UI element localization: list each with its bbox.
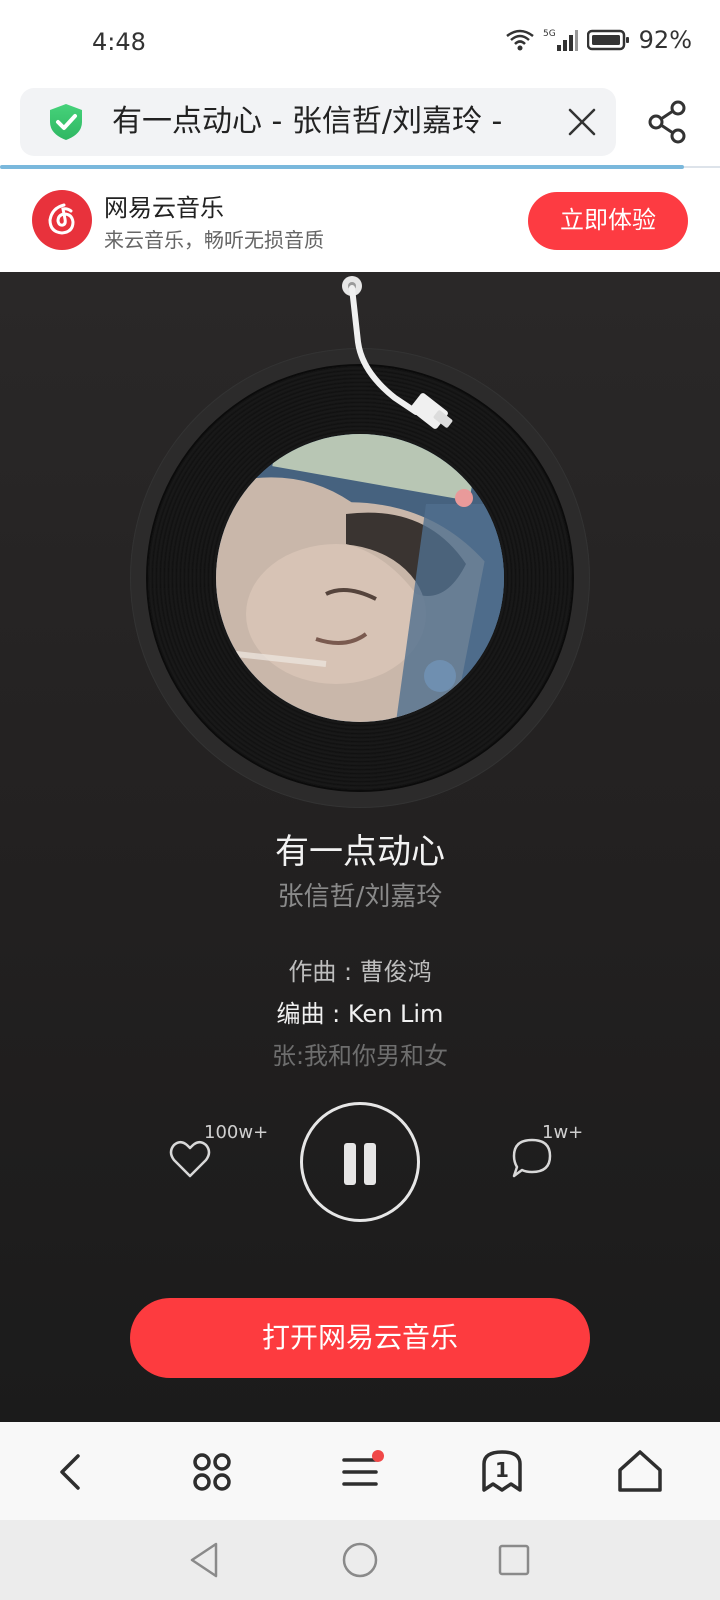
- status-time: 4:48: [92, 28, 146, 56]
- song-title: 有一点动心: [275, 832, 445, 872]
- pause-icon: [344, 1143, 356, 1185]
- tonearm: [342, 276, 453, 429]
- system-home-icon[interactable]: [338, 1538, 382, 1582]
- like-count: 100w+: [204, 1122, 269, 1143]
- system-recents-icon[interactable]: [492, 1538, 536, 1582]
- app-promo-banner: 网易云音乐 来云音乐，畅听无损音质 立即体验: [0, 170, 720, 272]
- pause-icon: [364, 1143, 376, 1185]
- battery-percent: 92%: [638, 26, 692, 54]
- artist-name: 张信哲/刘嘉玲: [277, 882, 443, 912]
- try-now-button[interactable]: 立即体验: [528, 192, 688, 250]
- share-icon[interactable]: [646, 100, 690, 144]
- page-load-progress: [0, 165, 684, 169]
- cellular-signal-icon: 5G: [543, 29, 578, 51]
- shield-check-icon: [50, 104, 82, 140]
- status-icons: 5G 92%: [505, 26, 692, 54]
- system-back-icon[interactable]: [184, 1538, 228, 1582]
- url-title[interactable]: 有一点动心 - 张信哲/刘嘉玲 -: [112, 102, 542, 142]
- status-bar: 4:48 5G 92%: [0, 0, 720, 88]
- pause-button[interactable]: [300, 1102, 420, 1222]
- netease-music-logo-icon: [32, 190, 92, 250]
- browser-toolbar: 1: [0, 1422, 720, 1520]
- open-app-button[interactable]: 打开网易云音乐: [130, 1298, 590, 1378]
- battery-icon: [586, 29, 629, 51]
- tabs-button[interactable]: 1: [474, 1444, 530, 1500]
- lyric-line: 作曲 : 曹俊鸿: [288, 958, 432, 986]
- tab-count: 1: [495, 1458, 509, 1482]
- back-icon[interactable]: [44, 1444, 100, 1500]
- apps-grid-icon[interactable]: [184, 1444, 240, 1500]
- album-cover: [216, 434, 504, 722]
- lyric-line: 张:我和你男和女: [271, 1042, 449, 1070]
- wifi-icon: [505, 29, 534, 51]
- notification-dot: [372, 1450, 384, 1462]
- address-bar[interactable]: 有一点动心 - 张信哲/刘嘉玲 -: [20, 88, 616, 156]
- comment-count: 1w+: [542, 1122, 584, 1143]
- system-nav-bar: [0, 1520, 720, 1600]
- music-player: 有一点动心 张信哲/刘嘉玲 作曲 : 曹俊鸿 编曲 : Ken Lim 张:我和…: [0, 272, 720, 1422]
- progress-track: [684, 166, 720, 168]
- svg-text:5G: 5G: [543, 29, 556, 39]
- app-description: 来云音乐，畅听无损音质: [104, 228, 324, 252]
- home-icon[interactable]: [612, 1444, 668, 1500]
- playback-controls: 100w+ 1w+: [0, 1092, 720, 1232]
- lyric-line-current: 编曲 : Ken Lim: [276, 1000, 444, 1028]
- app-name: 网易云音乐: [104, 194, 224, 222]
- close-icon[interactable]: [562, 102, 602, 142]
